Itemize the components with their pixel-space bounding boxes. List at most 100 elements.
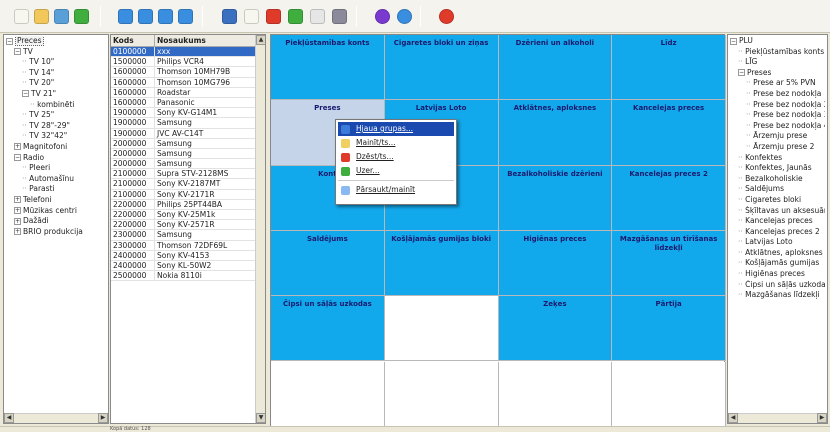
- product-row[interactable]: 2200000 Sony KV-2571R: [111, 220, 265, 231]
- product-row[interactable]: 2300000 Samsung: [111, 230, 265, 241]
- product-row[interactable]: 1600000 Panasonic: [111, 97, 265, 109]
- plu-tree-node[interactable]: ·· Prese bez nodokļa 3: [730, 110, 825, 121]
- plu-tree-node[interactable]: ·· Konfektes, Jaunās: [730, 163, 825, 174]
- plu-tree-node[interactable]: − Preses: [730, 68, 825, 79]
- plu-tree-node[interactable]: ·· Bezalkoholiskie: [730, 174, 825, 185]
- plu-tree-node[interactable]: ·· Ārzemju prese: [730, 131, 825, 142]
- category-tree-node[interactable]: ·· TV 10": [6, 57, 106, 68]
- plu-tree-node[interactable]: ·· Košļājamās gumijas: [730, 258, 825, 269]
- plu-grid-button[interactable]: Kancelejas preces 2: [612, 165, 726, 231]
- product-row[interactable]: 2300000 Thomson 72DF69L: [111, 240, 265, 251]
- expand-icon[interactable]: +: [14, 228, 21, 236]
- plu-grid-button[interactable]: [271, 361, 385, 427]
- plu-tree-node[interactable]: ·· Kancelejas preces: [730, 216, 825, 227]
- plu-grid-button[interactable]: [384, 361, 499, 427]
- check-icon[interactable]: [74, 9, 89, 24]
- collapse-icon[interactable]: −: [22, 90, 29, 98]
- plu-grid-button[interactable]: Saldējums: [271, 230, 385, 297]
- category-tree-node[interactable]: + BRIO produkcija: [6, 227, 106, 238]
- product-row[interactable]: 2200000 Philips 25PT44BA: [111, 199, 265, 210]
- new-doc-icon[interactable]: [14, 9, 29, 24]
- product-row[interactable]: 1900000 JVC AV-C14T: [111, 128, 265, 139]
- collapse-icon[interactable]: −: [730, 37, 737, 45]
- product-row[interactable]: 2200000 Sony KV-25M1k: [111, 210, 265, 221]
- scroll-down-icon[interactable]: ▼: [256, 413, 265, 423]
- category-tree-node[interactable]: − TV 21": [6, 89, 106, 100]
- category-tree-node[interactable]: − Radio: [6, 153, 106, 164]
- plu-grid-button[interactable]: Dzērieni un alkoholi: [498, 35, 613, 101]
- delete-icon[interactable]: [266, 9, 281, 24]
- scroll-left-icon[interactable]: ◀: [728, 413, 738, 423]
- expand-icon[interactable]: +: [14, 196, 21, 204]
- product-row[interactable]: 1600000 Thomson 10MG796: [111, 77, 265, 88]
- plu-tree-node[interactable]: ·· Ārzemju prese 2: [730, 142, 825, 153]
- plu-tree-node[interactable]: ·· Prese ar 5% PVN: [730, 78, 825, 89]
- tree-horizontal-scrollbar[interactable]: ◀ ▶: [4, 413, 108, 423]
- plu-tree-node[interactable]: ·· Piekļūstamības konts: [730, 47, 825, 58]
- plu-tree-node[interactable]: ·· Čipsi un sāļās uzkodas: [730, 280, 825, 291]
- scroll-right-icon[interactable]: ▶: [817, 413, 827, 423]
- plu-grid-button[interactable]: Līdz: [612, 35, 726, 101]
- plu-grid-button[interactable]: Cigaretes bloki un ziņas: [384, 35, 499, 101]
- plu-tree-node[interactable]: ·· Kancelejas preces 2: [730, 227, 825, 238]
- plu-tree-panel[interactable]: − PLU ·· Piekļūstamības konts ·· LĪG − Preses…: [727, 34, 828, 424]
- plu-tree-node[interactable]: − PLU: [730, 36, 825, 47]
- column-header-name[interactable]: Nosaukums: [155, 35, 261, 46]
- category-tree-node[interactable]: ·· Parasti: [6, 184, 106, 195]
- category-tree-node[interactable]: + Magnitofoni: [6, 142, 106, 153]
- settings-icon[interactable]: [138, 9, 153, 24]
- print-icon[interactable]: [158, 9, 173, 24]
- plu-tree-node[interactable]: ·· Atklātnes, aploksnes: [730, 248, 825, 259]
- product-row[interactable]: 2400000 Sony KV-4153: [111, 250, 265, 261]
- expand-icon[interactable]: +: [14, 143, 21, 151]
- monitor-icon[interactable]: [222, 9, 237, 24]
- plu-grid-button[interactable]: Zeķes: [498, 296, 613, 362]
- calculator-icon[interactable]: [332, 9, 347, 24]
- product-row[interactable]: 2000000 Samsung: [111, 138, 265, 149]
- search-icon[interactable]: [310, 9, 325, 24]
- product-row[interactable]: 1600000 Thomson 10MH79B: [111, 67, 265, 78]
- context-menu-item[interactable]: Pārsaukt/mainīt: [338, 183, 454, 197]
- plu-grid-button[interactable]: Atklātnes, aploksnes: [498, 100, 613, 166]
- category-tree-node[interactable]: ·· TV 20": [6, 78, 106, 89]
- expand-icon[interactable]: +: [14, 217, 21, 225]
- product-list-panel[interactable]: Kods Nosaukums 0100000 xxx 1500000 Philips …: [110, 34, 266, 424]
- plu-grid-button[interactable]: Higiēnas preces: [498, 230, 613, 297]
- category-tree-node[interactable]: ·· Automašīnu: [6, 174, 106, 185]
- plu-grid-button[interactable]: Košļājamās gumijas bloki: [384, 230, 499, 297]
- product-row[interactable]: 2400000 Sony KL-50W2: [111, 260, 265, 272]
- expand-icon[interactable]: +: [14, 207, 21, 214]
- category-tree-node[interactable]: ·· TV 14": [6, 68, 106, 79]
- plu-grid-button[interactable]: Mazgāšanas un tīrīšanas līdzekļi: [612, 230, 726, 297]
- context-menu-item[interactable]: Dzēst/ts...: [338, 150, 454, 164]
- product-row[interactable]: 2000000 Samsung: [111, 148, 265, 160]
- product-row[interactable]: 0100000 xxx: [111, 47, 265, 58]
- plu-tree-node[interactable]: ·· Latvijas Loto: [730, 237, 825, 248]
- info-icon[interactable]: [397, 9, 412, 24]
- plu-grid-button[interactable]: Bezalkoholiskie dzērieni: [498, 165, 613, 231]
- product-row[interactable]: 1900000 Samsung: [111, 118, 265, 129]
- product-row[interactable]: 2500000 Nokia 8110i: [111, 271, 265, 282]
- collapse-icon[interactable]: −: [738, 69, 745, 77]
- context-menu-item[interactable]: Mainīt/ts...: [338, 136, 454, 150]
- product-row[interactable]: 1900000 Sony KV-G14M1: [111, 108, 265, 119]
- open-folder-icon[interactable]: [34, 9, 49, 24]
- category-tree-node[interactable]: ·· TV 25": [6, 110, 106, 121]
- save-icon[interactable]: [54, 9, 69, 24]
- product-row[interactable]: 2100000 Supra STV-2128MS: [111, 169, 265, 180]
- refresh-icon[interactable]: [118, 9, 133, 24]
- plu-grid-button[interactable]: Pārtija: [612, 296, 726, 362]
- connect-icon[interactable]: [375, 9, 390, 24]
- category-tree-node[interactable]: − Preces: [6, 36, 106, 47]
- category-tree-node[interactable]: + Telefoni: [6, 195, 106, 206]
- plu-tree-node[interactable]: ·· Konfektes: [730, 153, 825, 164]
- context-menu-item[interactable]: Hjaua grupas...: [338, 122, 454, 136]
- plu-grid-button[interactable]: [612, 361, 726, 427]
- plu-tree-horizontal-scrollbar[interactable]: ◀ ▶: [728, 413, 827, 423]
- product-list-scrollbar[interactable]: ▲ ▼: [255, 35, 265, 423]
- plu-tree-node[interactable]: ·· Prese bez nodokļa 4: [730, 121, 825, 132]
- plu-tree-node[interactable]: ·· Saldējums: [730, 184, 825, 195]
- plu-grid-button[interactable]: [384, 296, 499, 362]
- product-row[interactable]: 1500000 Philips VCR4: [111, 57, 265, 68]
- plu-tree-node[interactable]: ·· Cigaretes bloki: [730, 195, 825, 206]
